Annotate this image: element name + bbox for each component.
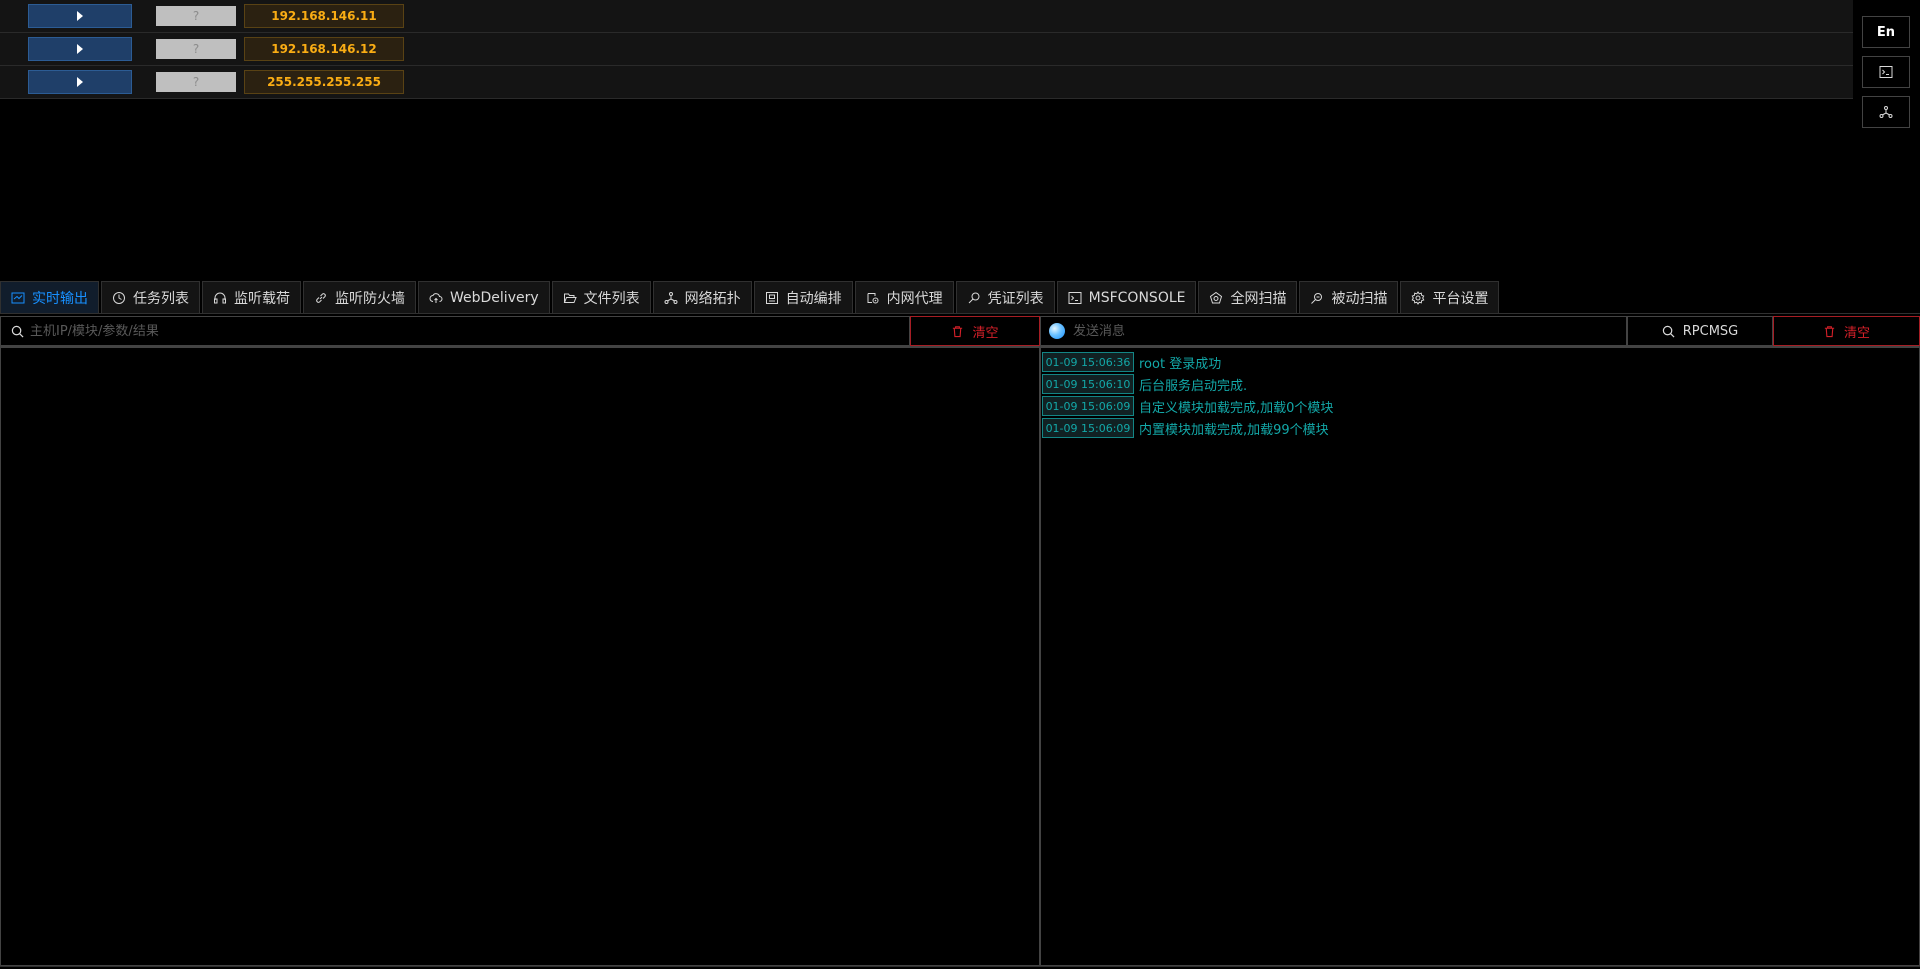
log-entry: 01-09 15:06:09 内置模块加载完成,加载99个模块 [1041, 417, 1919, 439]
caret-right-icon [77, 44, 83, 54]
terminal-icon [1068, 291, 1082, 304]
link-icon [316, 292, 326, 303]
topology-icon [664, 291, 678, 304]
cloud-upload-icon [429, 292, 443, 303]
proxy-icon [867, 292, 879, 303]
tab-network-topology[interactable]: 网络拓扑 [652, 281, 752, 313]
gear-icon [1412, 290, 1425, 305]
radar-icon [1210, 291, 1223, 303]
tab-label: MSFCONSOLE [1088, 289, 1186, 306]
os-tag: ? [156, 39, 236, 59]
tab-realtime-output[interactable]: 实时输出 [0, 281, 99, 313]
host-row: ? 192.168.146.12 [0, 33, 1853, 66]
side-toolbar: En [1862, 16, 1910, 136]
tab-divider [0, 313, 1920, 314]
tab-credential-list[interactable]: 凭证列表 [955, 281, 1055, 313]
ip-tag: 255.255.255.255 [244, 70, 404, 94]
tab-webdelivery[interactable]: WebDelivery [418, 281, 550, 313]
tab-task-list[interactable]: 任务列表 [101, 281, 200, 313]
ip-tag: 192.168.146.11 [244, 4, 404, 28]
tab-label: 监听防火墙 [335, 290, 405, 307]
headphones-icon [214, 292, 226, 303]
trash-icon [1824, 325, 1835, 337]
tab-label: WebDelivery [450, 289, 539, 306]
robot-icon [765, 291, 778, 304]
key-search-icon [968, 292, 980, 303]
host-row: ? 192.168.146.11 [0, 0, 1853, 33]
search-icon [11, 325, 24, 337]
log-text: root 登录成功 [1139, 356, 1222, 372]
tab-bar: 实时输出 任务列表 监听载荷 监听防火墙 WebDelivery 文件列表 网络… [0, 281, 1501, 313]
tab-passive-scan[interactable]: 被动扫描 [1299, 281, 1399, 313]
search-icon [1662, 325, 1675, 337]
clear-label: 清空 [1843, 325, 1870, 341]
output-area[interactable] [0, 346, 1040, 966]
host-search-bar [0, 316, 910, 346]
log-timestamp: 01-09 15:06:10 [1042, 374, 1134, 394]
host-row: ? 255.255.255.255 [0, 66, 1853, 99]
log-timestamp: 01-09 15:06:36 [1042, 352, 1134, 372]
tab-label: 被动扫描 [1331, 290, 1388, 307]
message-input[interactable] [1073, 323, 1613, 339]
trash-icon [953, 325, 963, 337]
tab-label: 实时输出 [32, 290, 88, 307]
os-tag: ? [156, 6, 236, 26]
tab-file-list[interactable]: 文件列表 [551, 281, 651, 313]
host-table: ? 192.168.146.11 ? 192.168.146.12 ? 255.… [0, 0, 1853, 99]
folder-open-icon [563, 293, 577, 303]
tab-intranet-proxy[interactable]: 内网代理 [854, 281, 954, 313]
tab-platform-settings[interactable]: 平台设置 [1400, 281, 1500, 313]
tab-label: 任务列表 [133, 290, 189, 307]
os-tag: ? [156, 72, 236, 92]
realtime-output-icon [11, 292, 25, 303]
tab-label: 监听载荷 [234, 290, 290, 307]
terminal-icon [1879, 66, 1893, 78]
tab-label: 网络拓扑 [684, 290, 741, 307]
host-search-input[interactable] [30, 323, 880, 339]
tab-label: 文件列表 [583, 290, 640, 307]
session-open-button[interactable] [28, 4, 132, 28]
log-text: 后台服务启动完成. [1139, 378, 1248, 394]
caret-right-icon [77, 11, 83, 21]
log-entry: 01-09 15:06:36 root 登录成功 [1041, 351, 1919, 373]
message-bar [1040, 316, 1627, 346]
message-panel: RPCMSG 清空 01-09 15:06:36 root 登录成功 01-09… [1040, 316, 1920, 966]
clear-output-button[interactable]: 清空 [910, 316, 1040, 346]
session-open-button[interactable] [28, 37, 132, 61]
tab-label: 自动编排 [785, 290, 842, 307]
tab-label: 内网代理 [886, 290, 943, 307]
session-open-button[interactable] [28, 70, 132, 94]
realtime-output-panel: 清空 [0, 316, 1040, 966]
tab-full-network-scan[interactable]: 全网扫描 [1198, 281, 1298, 313]
log-timestamp: 01-09 15:06:09 [1042, 396, 1134, 416]
log-timestamp: 01-09 15:06:09 [1042, 418, 1134, 438]
tab-auto-orchestration[interactable]: 自动编排 [753, 281, 853, 313]
message-log: 01-09 15:06:36 root 登录成功 01-09 15:06:10 … [1040, 346, 1920, 966]
caret-right-icon [77, 77, 83, 87]
ip-tag: 192.168.146.12 [244, 37, 404, 61]
log-entry: 01-09 15:06:10 后台服务启动完成. [1041, 373, 1919, 395]
globe-icon [1049, 323, 1065, 339]
log-text: 内置模块加载完成,加载99个模块 [1139, 422, 1329, 438]
tab-label: 凭证列表 [987, 290, 1044, 307]
tab-label: 平台设置 [1432, 290, 1489, 307]
network-topology-icon [1879, 106, 1893, 118]
log-entry: 01-09 15:06:09 自定义模块加载完成,加载0个模块 [1041, 395, 1919, 417]
tab-listener-firewall[interactable]: 监听防火墙 [303, 281, 416, 313]
tab-label: 全网扫描 [1230, 290, 1287, 307]
clear-messages-button[interactable]: 清空 [1773, 316, 1920, 346]
clear-label: 清空 [972, 325, 999, 341]
tab-msfconsole[interactable]: MSFCONSOLE [1056, 281, 1197, 313]
console-button[interactable] [1862, 56, 1910, 88]
language-button[interactable]: En [1862, 16, 1910, 48]
clock-icon [113, 291, 125, 304]
rpcmsg-button[interactable]: RPCMSG [1627, 316, 1773, 346]
topology-button[interactable] [1862, 96, 1910, 128]
rpcmsg-label: RPCMSG [1682, 323, 1739, 339]
bottom-divider [0, 966, 1920, 967]
tab-listener-payload[interactable]: 监听载荷 [202, 281, 301, 313]
file-search-icon [1311, 292, 1323, 304]
log-text: 自定义模块加载完成,加载0个模块 [1139, 400, 1334, 416]
